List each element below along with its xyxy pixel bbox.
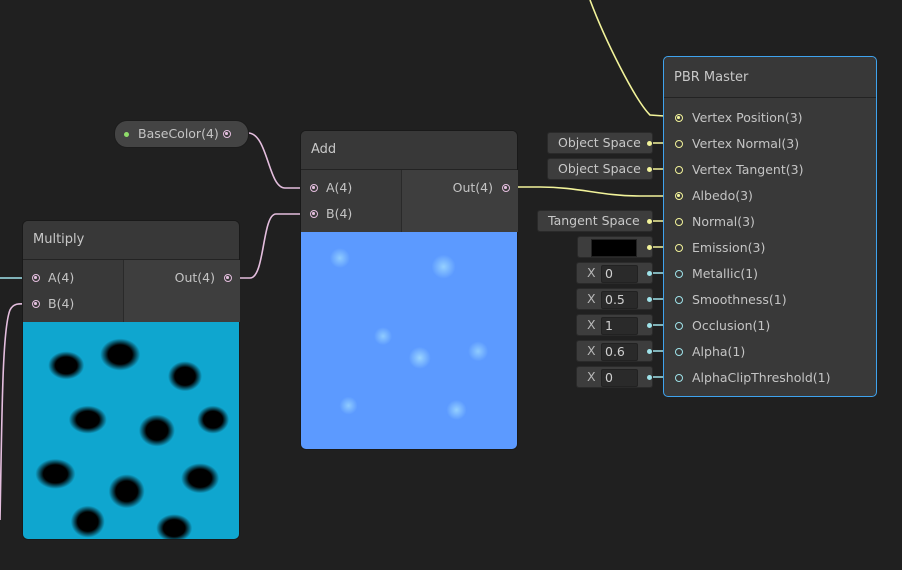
pbr-master-title[interactable]: PBR Master xyxy=(664,57,876,98)
emission-color-field[interactable] xyxy=(578,237,652,257)
multiply-input-a-port[interactable] xyxy=(32,274,40,282)
vertex-tangent-space-dropdown[interactable]: Object Space xyxy=(548,159,652,179)
vertex-tangent-label: Vertex Tangent(3) xyxy=(692,162,804,177)
alpha-port xyxy=(647,349,652,354)
add-input-b-label: B(4) xyxy=(326,206,353,221)
vertex-position-port[interactable] xyxy=(675,114,683,122)
multiply-output-label: Out(4) xyxy=(174,270,215,285)
smoothness-value-input[interactable]: 0.5 xyxy=(601,291,638,309)
wire-add-to-albedo[interactable] xyxy=(504,186,679,197)
multiply-preview-image xyxy=(23,322,239,539)
occlusion-label: Occlusion(1) xyxy=(692,318,771,333)
smoothness-label: Smoothness(1) xyxy=(692,292,787,307)
add-input-b-port[interactable] xyxy=(310,210,318,218)
add-output[interactable]: Out(4) xyxy=(402,175,518,201)
vertex-normal-space-port xyxy=(647,141,652,146)
smoothness-port xyxy=(647,297,652,302)
add-node-body: A(4) B(4) Out(4) xyxy=(301,170,518,232)
basecolor-label: BaseColor(4) xyxy=(138,126,219,141)
vertex-normal-space-label: Object Space xyxy=(558,135,641,150)
emission-label: Emission(3) xyxy=(692,240,766,255)
alpha-clip-axis-label: X xyxy=(587,369,596,384)
occlusion-field[interactable]: X 1 xyxy=(577,315,652,335)
albedo-port[interactable] xyxy=(675,192,683,200)
albedo-label: Albedo(3) xyxy=(692,188,753,203)
emission-color-swatch[interactable] xyxy=(591,239,637,257)
normal-space-port xyxy=(647,219,652,224)
occlusion-input-port[interactable] xyxy=(675,322,683,330)
alpha-clip-field[interactable]: X 0 xyxy=(577,367,652,387)
multiply-outputs: Out(4) xyxy=(123,260,240,322)
occlusion-axis-label: X xyxy=(587,317,596,332)
multiply-input-b-label: B(4) xyxy=(48,296,75,311)
add-node[interactable]: Add A(4) B(4) Out(4) xyxy=(301,131,518,449)
metallic-port xyxy=(647,271,652,276)
multiply-inputs: A(4) B(4) xyxy=(23,260,123,322)
multiply-output[interactable]: Out(4) xyxy=(124,265,240,291)
normal-space-dropdown[interactable]: Tangent Space xyxy=(538,211,652,231)
add-input-a-port[interactable] xyxy=(310,184,318,192)
multiply-output-port[interactable] xyxy=(224,274,232,282)
metallic-value-input[interactable]: 0 xyxy=(601,265,638,283)
alpha-field[interactable]: X 0.6 xyxy=(577,341,652,361)
vertex-position-label: Vertex Position(3) xyxy=(692,110,803,125)
add-preview-image xyxy=(301,232,517,449)
normal-label: Normal(3) xyxy=(692,214,755,229)
basecolor-output-port[interactable] xyxy=(223,130,231,138)
metallic-input-port[interactable] xyxy=(675,270,683,278)
metallic-label: Metallic(1) xyxy=(692,266,759,281)
vertex-tangent-space-label: Object Space xyxy=(558,161,641,176)
multiply-input-a-label: A(4) xyxy=(48,270,75,285)
add-outputs: Out(4) xyxy=(401,170,518,232)
add-input-a-label: A(4) xyxy=(326,180,353,195)
vertex-normal-label: Vertex Normal(3) xyxy=(692,136,800,151)
add-output-port[interactable] xyxy=(502,184,510,192)
alpha-value-input[interactable]: 0.6 xyxy=(601,343,638,361)
multiply-node[interactable]: Multiply A(4) B(4) Out(4) xyxy=(23,221,240,539)
vertex-normal-port[interactable] xyxy=(675,140,683,148)
multiply-input-b-port[interactable] xyxy=(32,300,40,308)
alpha-clip-value-input[interactable]: 0 xyxy=(601,369,638,387)
multiply-node-body: A(4) B(4) Out(4) xyxy=(23,260,240,322)
alpha-clip-input-port[interactable] xyxy=(675,374,683,382)
metallic-axis-label: X xyxy=(587,265,596,280)
normal-port[interactable] xyxy=(675,218,683,226)
smoothness-input-port[interactable] xyxy=(675,296,683,304)
emission-input-port[interactable] xyxy=(675,244,683,252)
add-node-title[interactable]: Add xyxy=(301,131,517,170)
normal-space-label: Tangent Space xyxy=(548,213,640,228)
basecolor-indicator-icon xyxy=(124,132,129,137)
vertex-normal-space-dropdown[interactable]: Object Space xyxy=(548,133,652,153)
add-inputs: A(4) B(4) xyxy=(301,170,401,232)
alpha-input-port[interactable] xyxy=(675,348,683,356)
basecolor-property-node[interactable]: BaseColor(4) xyxy=(115,121,248,147)
pbr-master-node[interactable]: PBR Master Vertex Position(3) Vertex Nor… xyxy=(663,56,877,397)
alpha-clip-port xyxy=(647,375,652,380)
vertex-tangent-port[interactable] xyxy=(675,166,683,174)
occlusion-port xyxy=(647,323,652,328)
smoothness-field[interactable]: X 0.5 xyxy=(577,289,652,309)
multiply-node-title[interactable]: Multiply xyxy=(23,221,239,260)
alpha-clip-label: AlphaClipThreshold(1) xyxy=(692,370,831,385)
alpha-axis-label: X xyxy=(587,343,596,358)
add-output-label: Out(4) xyxy=(452,180,493,195)
smoothness-axis-label: X xyxy=(587,291,596,306)
vertex-tangent-space-port xyxy=(647,167,652,172)
alpha-label: Alpha(1) xyxy=(692,344,746,359)
metallic-field[interactable]: X 0 xyxy=(577,263,652,283)
occlusion-value-input[interactable]: 1 xyxy=(601,317,638,335)
shader-graph-canvas[interactable]: BaseColor(4) Multiply A(4) B(4) Out(4) A… xyxy=(0,0,902,570)
emission-port xyxy=(647,245,652,250)
